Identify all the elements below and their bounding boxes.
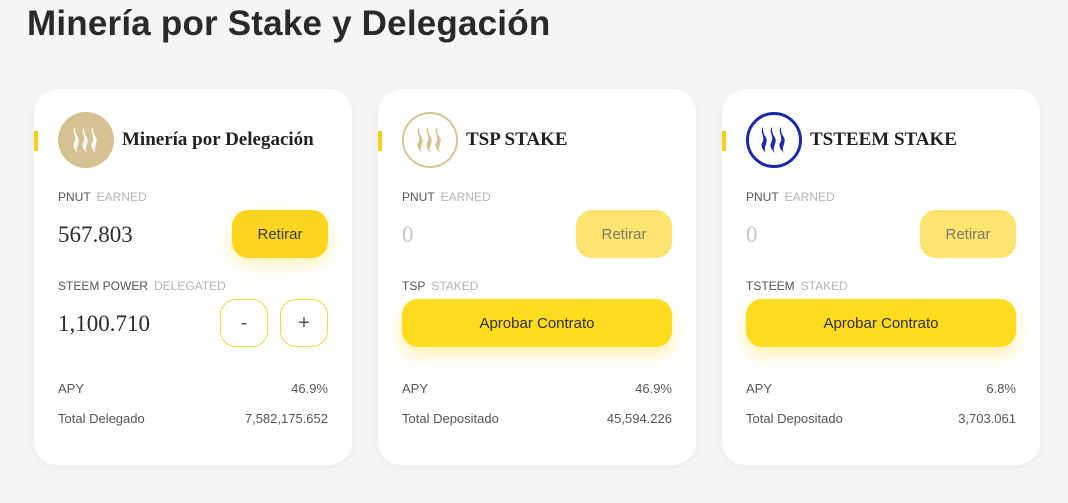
stake-sublabel: STAKED <box>431 279 479 293</box>
stake-token: TSP <box>402 279 426 293</box>
stake-label: TSTEEM STAKED <box>746 279 848 293</box>
earned-value: 0 <box>402 222 414 247</box>
earned-value: 567.803 <box>58 222 133 247</box>
earned-label: PNUT EARNED <box>746 190 835 204</box>
earned-sublabel: EARNED <box>96 190 147 204</box>
stake-token: STEEM POWER <box>58 279 149 293</box>
stake-sublabel: STAKED <box>800 279 848 293</box>
earned-token: PNUT <box>402 190 435 204</box>
apy-label: APY <box>58 381 85 396</box>
total-label: Total Delegado <box>58 411 145 426</box>
total-value: 3,703.061 <box>958 411 1016 426</box>
card-accent-bar <box>378 131 382 151</box>
total-label: Total Depositado <box>746 411 843 426</box>
apy-label: APY <box>402 381 429 396</box>
total-label: Total Depositado <box>402 411 499 426</box>
approve-contract-button[interactable]: Aprobar Contrato <box>746 299 1016 347</box>
earned-token: PNUT <box>746 190 779 204</box>
total-value: 45,594.226 <box>606 411 672 426</box>
delegation-mining-card: Minería por Delegación PNUT EARNED 567.80… <box>34 89 352 465</box>
card-accent-bar <box>722 131 726 151</box>
card-title: TSP STAKE <box>466 129 568 150</box>
apy-label: APY <box>746 381 773 396</box>
earned-label: PNUT EARNED <box>402 190 491 204</box>
increase-delegation-button[interactable]: + <box>280 299 328 347</box>
earned-sublabel: EARNED <box>784 190 835 204</box>
apy-value: 46.9% <box>635 381 672 396</box>
withdraw-button[interactable]: Retirar <box>576 210 672 258</box>
tsp-stake-card: TSP STAKE PNUT EARNED 0 Retirar TSP STAKED… <box>378 89 696 465</box>
stake-label: TSP STAKED <box>402 279 478 293</box>
stake-token: TSTEEM <box>746 279 795 293</box>
withdraw-button[interactable]: Retirar <box>920 210 1016 258</box>
delegated-value: 1,100.710 <box>58 311 150 336</box>
apy-value: 46.9% <box>291 381 328 396</box>
tsteem-logo-icon <box>746 112 802 168</box>
total-value: 7,582,175.652 <box>244 411 328 426</box>
apy-value: 6.8% <box>986 381 1016 396</box>
tsp-logo-icon <box>402 112 458 168</box>
card-accent-bar <box>34 131 38 151</box>
approve-contract-button[interactable]: Aprobar Contrato <box>402 299 672 347</box>
earned-token: PNUT <box>58 190 91 204</box>
earned-sublabel: EARNED <box>440 190 491 204</box>
stake-label: STEEM POWER DELEGATED <box>58 279 226 293</box>
card-title: TSTEEM STAKE <box>810 129 957 150</box>
decrease-delegation-button[interactable]: - <box>220 299 268 347</box>
card-title: Minería por Delegación <box>122 129 314 150</box>
stake-sublabel: DELEGATED <box>154 279 226 293</box>
steem-logo-icon <box>58 112 114 168</box>
page-title: Minería por Stake y Delegación <box>27 4 551 43</box>
earned-value: 0 <box>746 222 758 247</box>
earned-label: PNUT EARNED <box>58 190 147 204</box>
tsteem-stake-card: TSTEEM STAKE PNUT EARNED 0 Retirar TSTEEM… <box>722 89 1040 465</box>
withdraw-button[interactable]: Retirar <box>232 210 328 258</box>
